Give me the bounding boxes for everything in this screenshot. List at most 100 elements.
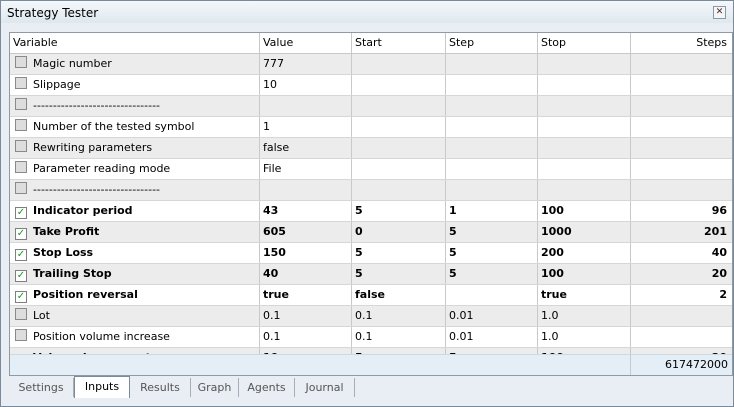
optimize-checkbox[interactable]	[15, 98, 27, 110]
start-cell[interactable]	[355, 138, 442, 158]
value-cell[interactable]: 0.1	[263, 306, 350, 326]
value-cell[interactable]: 150	[263, 243, 350, 263]
step-cell[interactable]	[449, 117, 536, 137]
start-cell[interactable]	[355, 180, 442, 200]
start-cell[interactable]	[355, 75, 442, 95]
variable-cell[interactable]: Parameter reading mode	[13, 159, 257, 179]
stop-cell[interactable]	[541, 54, 631, 74]
value-cell[interactable]	[263, 180, 350, 200]
value-cell[interactable]: 43	[263, 201, 350, 221]
stop-cell[interactable]	[541, 180, 631, 200]
tab-graph[interactable]: Graph	[191, 378, 239, 397]
tab-results[interactable]: Results	[130, 378, 191, 397]
step-cell[interactable]: 5	[449, 222, 536, 242]
variable-cell[interactable]: Position volume increase	[13, 327, 257, 347]
variable-cell[interactable]: ✓ Trailing Stop	[13, 264, 257, 284]
step-cell[interactable]	[449, 96, 536, 116]
header-value[interactable]: Value	[263, 33, 350, 53]
step-cell[interactable]	[449, 54, 536, 74]
value-cell[interactable]	[263, 96, 350, 116]
table-row[interactable]: ✓ Take Profit 605 0 5 1000 201	[10, 222, 732, 243]
variable-cell[interactable]: --------------------------------	[13, 180, 257, 200]
variable-cell[interactable]: ✓ Indicator period	[13, 201, 257, 221]
stop-cell[interactable]	[541, 117, 631, 137]
table-row[interactable]: ✓ Stop Loss 150 5 5 200 40	[10, 243, 732, 264]
optimize-checkbox[interactable]: ✓	[15, 270, 27, 282]
tab-journal[interactable]: Journal	[295, 378, 355, 397]
optimize-checkbox[interactable]	[15, 182, 27, 194]
variable-cell[interactable]: ✓ Take Profit	[13, 222, 257, 242]
stop-cell[interactable]: 1.0	[541, 306, 631, 326]
tab-agents[interactable]: Agents	[239, 378, 295, 397]
step-cell[interactable]	[449, 159, 536, 179]
table-row[interactable]: Slippage 10	[10, 75, 732, 96]
start-cell[interactable]: 5	[355, 243, 442, 263]
step-cell[interactable]: 1	[449, 201, 536, 221]
step-cell[interactable]: 0.01	[449, 327, 536, 347]
stop-cell[interactable]	[541, 96, 631, 116]
value-cell[interactable]: 40	[263, 264, 350, 284]
table-row[interactable]: --------------------------------	[10, 96, 732, 117]
step-cell[interactable]	[449, 180, 536, 200]
value-cell[interactable]: 605	[263, 222, 350, 242]
table-row[interactable]: Position volume increase 0.1 0.1 0.01 1.…	[10, 327, 732, 348]
tab-inputs[interactable]: Inputs	[74, 376, 130, 398]
table-row[interactable]: Number of the tested symbol 1	[10, 117, 732, 138]
start-cell[interactable]: 0.1	[355, 327, 442, 347]
value-cell[interactable]: File	[263, 159, 350, 179]
header-start[interactable]: Start	[355, 33, 442, 53]
table-row[interactable]: Rewriting parameters false	[10, 138, 732, 159]
stop-cell[interactable]: true	[541, 285, 631, 305]
stop-cell[interactable]: 200	[541, 243, 631, 263]
table-row[interactable]: ✓ Indicator period 43 5 1 100 96	[10, 201, 732, 222]
optimize-checkbox[interactable]: ✓	[15, 249, 27, 261]
stop-cell[interactable]: 1000	[541, 222, 631, 242]
table-row[interactable]: Parameter reading mode File	[10, 159, 732, 180]
close-icon[interactable]: ✕	[713, 6, 726, 19]
stop-cell[interactable]: 100	[541, 201, 631, 221]
variable-cell[interactable]: Slippage	[13, 75, 257, 95]
stop-cell[interactable]: 1.0	[541, 327, 631, 347]
value-cell[interactable]: 777	[263, 54, 350, 74]
value-cell[interactable]: false	[263, 138, 350, 158]
table-row[interactable]: Magic number 777	[10, 54, 732, 75]
optimize-checkbox[interactable]: ✓	[15, 207, 27, 219]
optimize-checkbox[interactable]	[15, 140, 27, 152]
start-cell[interactable]: 5	[355, 201, 442, 221]
optimize-checkbox[interactable]	[15, 329, 27, 341]
variable-cell[interactable]: ✓ Stop Loss	[13, 243, 257, 263]
optimize-checkbox[interactable]	[15, 161, 27, 173]
header-variable[interactable]: Variable	[13, 33, 257, 53]
value-cell[interactable]: 10	[263, 75, 350, 95]
start-cell[interactable]: 0.1	[355, 306, 442, 326]
variable-cell[interactable]: --------------------------------	[13, 96, 257, 116]
step-cell[interactable]	[449, 285, 536, 305]
variable-cell[interactable]: Rewriting parameters	[13, 138, 257, 158]
stop-cell[interactable]: 100	[541, 264, 631, 284]
step-cell[interactable]: 0.01	[449, 306, 536, 326]
table-row[interactable]: Lot 0.1 0.1 0.01 1.0	[10, 306, 732, 327]
tab-settings[interactable]: Settings	[9, 378, 74, 397]
table-row[interactable]: ✓ Trailing Stop 40 5 5 100 20	[10, 264, 732, 285]
optimize-checkbox[interactable]: ✓	[15, 291, 27, 303]
header-steps[interactable]: Steps	[635, 33, 727, 53]
header-stop[interactable]: Stop	[541, 33, 631, 53]
start-cell[interactable]	[355, 96, 442, 116]
stop-cell[interactable]	[541, 159, 631, 179]
table-row[interactable]: ✓ Position reversal true false true 2	[10, 285, 732, 306]
header-step[interactable]: Step	[449, 33, 536, 53]
optimize-checkbox[interactable]	[15, 56, 27, 68]
variable-cell[interactable]: Lot	[13, 306, 257, 326]
start-cell[interactable]	[355, 117, 442, 137]
start-cell[interactable]	[355, 159, 442, 179]
start-cell[interactable]	[355, 54, 442, 74]
optimize-checkbox[interactable]: ✓	[15, 228, 27, 240]
variable-cell[interactable]: Number of the tested symbol	[13, 117, 257, 137]
stop-cell[interactable]	[541, 75, 631, 95]
step-cell[interactable]	[449, 138, 536, 158]
value-cell[interactable]: 1	[263, 117, 350, 137]
step-cell[interactable]: 5	[449, 264, 536, 284]
start-cell[interactable]: false	[355, 285, 442, 305]
optimize-checkbox[interactable]	[15, 119, 27, 131]
optimize-checkbox[interactable]	[15, 308, 27, 320]
